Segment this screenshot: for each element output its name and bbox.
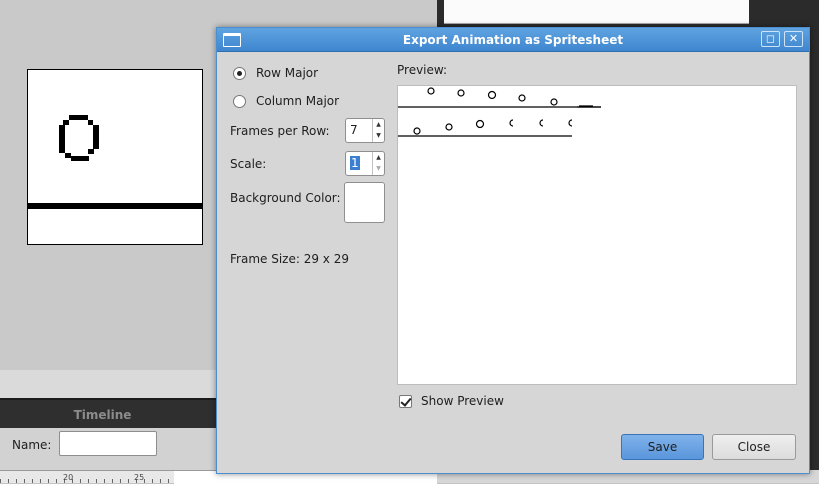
preview-sprite-frame — [539, 119, 544, 127]
column-major-option[interactable]: Column Major — [233, 92, 339, 110]
column-major-radio[interactable] — [233, 94, 246, 108]
preview-label: Preview: — [397, 63, 448, 77]
preview-sprite-frame — [487, 90, 497, 100]
spin-down-icon[interactable]: ▼ — [373, 130, 384, 141]
preview-sprite-frame — [427, 87, 435, 95]
ruler-tick: 20 — [63, 473, 74, 482]
ruler-marks — [0, 479, 174, 483]
preview-canvas — [398, 87, 601, 137]
sprite-ground-line — [28, 203, 202, 209]
frames-per-row-spinner[interactable]: 7 ▲ ▼ — [345, 118, 385, 143]
sprite-ring — [59, 115, 99, 161]
animation-frame-canvas[interactable] — [27, 69, 203, 245]
background-color-swatch[interactable] — [344, 182, 385, 223]
preview-sprite-frame — [475, 119, 485, 129]
timeline-title: Timeline — [73, 408, 132, 422]
show-preview-label: Show Preview — [421, 394, 504, 408]
row-major-option[interactable]: Row Major — [233, 64, 318, 82]
spinner-buttons: ▲ ▼ — [372, 119, 384, 142]
spinner-buttons: ▲ ▼ — [372, 152, 384, 175]
spritesheet-preview — [397, 85, 797, 385]
show-preview-checkbox[interactable] — [399, 394, 412, 408]
spin-up-icon[interactable]: ▲ — [373, 119, 384, 130]
preview-sprite-frame — [518, 94, 526, 102]
column-major-label: Column Major — [256, 94, 340, 108]
background-panel-top — [444, 0, 749, 24]
maximize-icon[interactable]: ◻ — [761, 31, 780, 47]
preview-sprite-frame — [445, 123, 453, 131]
export-spritesheet-dialog: Export Animation as Spritesheet ◻ ✕ Row … — [216, 27, 810, 474]
scale-label: Scale: — [230, 157, 267, 171]
close-icon[interactable]: ✕ — [784, 31, 803, 47]
preview-sprite-frame — [509, 119, 514, 127]
frames-per-row-value[interactable]: 7 — [350, 123, 358, 137]
name-label: Name: — [12, 438, 52, 452]
row-major-radio[interactable] — [233, 66, 246, 80]
ruler-tick: 25 — [134, 473, 145, 482]
dialog-title: Export Animation as Spritesheet — [402, 33, 624, 47]
preview-sprite-frame — [550, 98, 558, 106]
preview-sprite-frame — [413, 127, 421, 135]
spin-down-icon[interactable]: ▼ — [373, 163, 384, 174]
name-input[interactable] — [59, 431, 157, 456]
background-color-label: Background Color: — [230, 191, 341, 205]
spin-up-icon[interactable]: ▲ — [373, 152, 384, 163]
dialog-titlebar[interactable]: Export Animation as Spritesheet ◻ ✕ — [217, 28, 809, 52]
frame-size-text: Frame Size: 29 x 29 — [230, 252, 349, 266]
preview-sprite-frame — [457, 89, 465, 97]
scale-spinner[interactable]: 1 ▲ ▼ — [345, 151, 385, 176]
frames-per-row-label: Frames per Row: — [230, 124, 330, 138]
scale-value[interactable]: 1 — [350, 156, 360, 170]
show-preview-option[interactable]: Show Preview — [399, 393, 504, 409]
row-major-label: Row Major — [256, 66, 319, 80]
preview-sprite-frame — [568, 119, 573, 127]
close-button[interactable]: Close — [712, 434, 796, 460]
save-button[interactable]: Save — [621, 434, 704, 460]
